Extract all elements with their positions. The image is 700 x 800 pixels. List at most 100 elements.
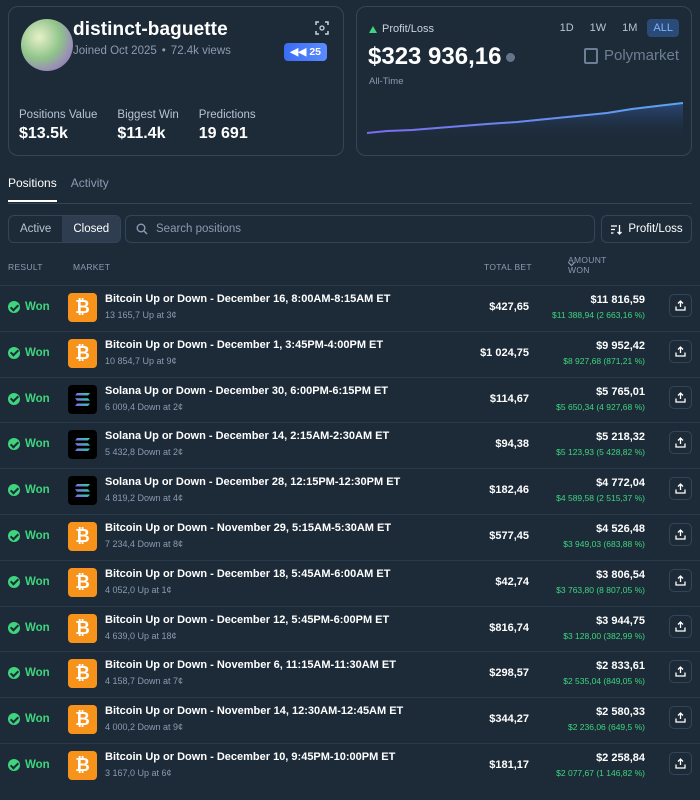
pnl-period-label: All-Time <box>369 76 404 87</box>
result-cell: Won <box>8 713 50 726</box>
market-title[interactable]: Bitcoin Up or Down - December 16, 8:00AM… <box>105 293 390 305</box>
market-icon: ₿ <box>68 751 97 780</box>
market-title[interactable]: Bitcoin Up or Down - December 12, 5:45PM… <box>105 614 389 626</box>
bitcoin-icon: ₿ <box>75 709 90 730</box>
result-label: Won <box>25 392 50 405</box>
share-button[interactable] <box>669 431 692 455</box>
market-title[interactable]: Solana Up or Down - December 30, 6:00PM-… <box>105 385 388 397</box>
column-market: MARKET <box>73 262 111 272</box>
total-bet: $298,57 <box>489 667 529 680</box>
column-amount-won[interactable]: AMOUNT WON <box>568 255 606 275</box>
table-row[interactable]: Won ₿ Bitcoin Up or Down - November 14, … <box>0 697 700 743</box>
market-title[interactable]: Bitcoin Up or Down - November 6, 11:15AM… <box>105 659 396 671</box>
share-icon <box>675 712 686 723</box>
range-selector: 1D 1W 1M ALL <box>554 19 679 37</box>
share-button[interactable] <box>669 339 692 363</box>
range-all-button[interactable]: ALL <box>647 19 679 37</box>
market-position: 6 009,4 Down at 2¢ <box>105 401 184 412</box>
share-button[interactable] <box>669 752 692 775</box>
rank-badge[interactable]: ◀◀ 25 <box>284 43 327 61</box>
stat-biggest-win: Biggest Win $11.4k <box>117 109 178 143</box>
result-cell: Won <box>8 575 50 588</box>
table-row[interactable]: Won ₿ Bitcoin Up or Down - November 6, 1… <box>0 651 700 697</box>
share-button[interactable] <box>669 706 692 730</box>
share-button[interactable] <box>669 294 692 317</box>
bitcoin-icon: ₿ <box>75 755 90 775</box>
table-row[interactable]: Won Solana Up or Down - December 30, 6:0… <box>0 376 700 423</box>
share-button[interactable] <box>669 614 692 638</box>
trend-up-icon <box>369 25 377 33</box>
tab-positions[interactable]: Positions <box>8 176 57 202</box>
info-icon[interactable] <box>506 53 516 63</box>
table-row[interactable]: Won ₿ Bitcoin Up or Down - December 1, 3… <box>0 330 700 377</box>
expand-icon[interactable] <box>315 21 329 35</box>
result-label: Won <box>25 621 50 634</box>
share-button[interactable] <box>669 660 692 684</box>
polymarket-icon <box>583 47 598 64</box>
amount-won: $4 526,48 <box>596 523 645 535</box>
market-title[interactable]: Bitcoin Up or Down - December 18, 5:45AM… <box>105 568 390 580</box>
market-title[interactable]: Solana Up or Down - December 28, 12:15PM… <box>105 476 400 488</box>
profit-gain: $4 589,58 (2 515,37 %) <box>556 493 645 504</box>
market-title[interactable]: Solana Up or Down - December 14, 2:15AM-… <box>105 430 389 442</box>
sort-button[interactable]: Profit/Loss <box>601 215 692 243</box>
market-icon: ₿ <box>68 613 97 643</box>
table-row[interactable]: Won ₿ Bitcoin Up or Down - December 16, … <box>0 285 700 331</box>
filter-active-button[interactable]: Active <box>9 216 62 242</box>
column-total-bet[interactable]: TOTAL BET <box>484 262 532 272</box>
total-bet: $181,17 <box>489 759 529 771</box>
range-1w-button[interactable]: 1W <box>584 19 613 37</box>
check-circle-icon <box>8 530 20 542</box>
table-row[interactable]: Won Solana Up or Down - December 28, 12:… <box>0 468 700 514</box>
amount-won: $3 944,75 <box>596 614 645 627</box>
view-count: 72.4k views <box>170 45 231 57</box>
bitcoin-icon: ₿ <box>75 526 90 546</box>
share-button[interactable] <box>669 523 692 546</box>
table-row[interactable]: Won ₿ Bitcoin Up or Down - December 18, … <box>0 559 700 606</box>
range-1d-button[interactable]: 1D <box>554 19 580 37</box>
market-title[interactable]: Bitcoin Up or Down - November 29, 5:15AM… <box>105 522 391 534</box>
market-position: 10 854,7 Up at 9¢ <box>105 355 177 366</box>
avatar[interactable] <box>21 19 73 71</box>
table-row[interactable]: Won ₿ Bitcoin Up or Down - December 12, … <box>0 605 700 652</box>
solana-icon <box>75 392 90 406</box>
share-icon <box>675 345 686 357</box>
sort-icon <box>611 224 623 235</box>
market-position: 4 639,0 Up at 18¢ <box>105 630 177 641</box>
profit-gain: $2 236,06 (649,5 %) <box>567 722 645 733</box>
share-icon <box>675 666 686 678</box>
table-row[interactable]: Won ₿ Bitcoin Up or Down - November 29, … <box>0 514 700 560</box>
search-icon <box>136 223 148 235</box>
range-1m-button[interactable]: 1M <box>616 19 643 37</box>
joined-date: Joined Oct 2025 <box>73 45 157 57</box>
check-circle-icon <box>8 301 20 313</box>
share-button[interactable] <box>669 477 692 501</box>
result-label: Won <box>25 484 50 497</box>
check-circle-icon <box>8 392 20 405</box>
table-row[interactable]: Won ₿ Bitcoin Up or Down - December 10, … <box>0 743 700 789</box>
market-title[interactable]: Bitcoin Up or Down - December 10, 9:45PM… <box>105 751 395 763</box>
amount-won: $11 816,59 <box>590 294 645 306</box>
market-icon: ₿ <box>68 659 97 689</box>
stat-label: Positions Value <box>19 109 98 121</box>
table-row[interactable]: Won Solana Up or Down - December 14, 2:1… <box>0 422 700 468</box>
tab-activity[interactable]: Activity <box>71 176 109 202</box>
result-cell: Won <box>8 346 50 359</box>
pnl-label: Profit/Loss <box>382 23 434 35</box>
share-button[interactable] <box>669 568 692 592</box>
market-position: 4 000,2 Down at 9¢ <box>105 722 184 733</box>
market-title[interactable]: Bitcoin Up or Down - December 1, 3:45PM-… <box>105 339 383 351</box>
rewind-icon: ◀◀ <box>290 46 307 58</box>
profit-gain: $8 927,68 (871,21 %) <box>563 355 645 366</box>
search-input[interactable] <box>156 223 556 235</box>
filter-closed-button[interactable]: Closed <box>62 216 121 242</box>
search-box <box>125 215 595 243</box>
bitcoin-icon: ₿ <box>75 617 90 638</box>
check-circle-icon <box>8 713 20 726</box>
profit-gain: $3 949,03 (683,88 %) <box>563 539 645 549</box>
separator-dot: • <box>161 45 166 57</box>
share-button[interactable] <box>669 385 692 409</box>
result-cell: Won <box>8 530 50 542</box>
check-circle-icon <box>8 438 20 451</box>
market-title[interactable]: Bitcoin Up or Down - November 14, 12:30A… <box>105 705 403 717</box>
